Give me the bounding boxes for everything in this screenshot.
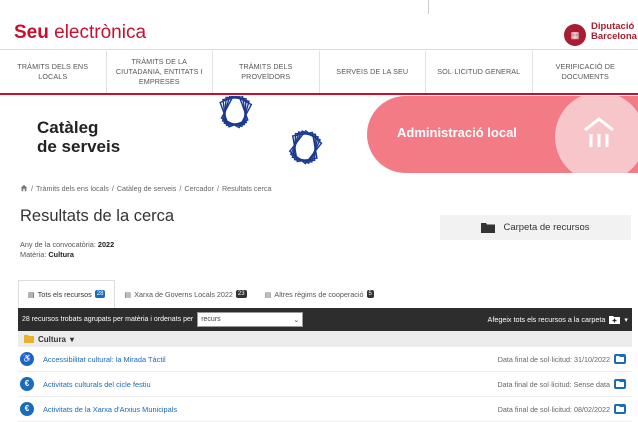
deadline-value: 31/10/2022 — [574, 354, 610, 364]
year-value: 2022 — [97, 240, 115, 249]
search-criteria: Any de la convocatòria: 2022 Matèria: Cu… — [20, 240, 114, 260]
tab-label: Altres règims de cooperació — [274, 289, 364, 299]
subject-label: Matèria: — [20, 250, 47, 259]
building-icon — [584, 117, 614, 147]
accessibility-icon: ♿ — [20, 352, 34, 366]
caret-down-icon: ▾ — [624, 315, 628, 324]
folder-plus-icon — [616, 381, 624, 387]
add-to-folder-button[interactable] — [614, 404, 626, 414]
breadcrumb-item-cataleg[interactable]: Catàleg de serveis — [117, 184, 177, 193]
breadcrumb-separator: / — [111, 184, 114, 193]
deadline-value: Sense data — [573, 379, 610, 389]
results-summary: 28 recursos trobats agrupats per matèria… — [22, 316, 194, 323]
tab-xarxa-governs[interactable]: ▤ Xarxa de Governs Locals 2022 23 — [115, 280, 255, 308]
resource-row: € Activitats culturals del cicle festiu … — [18, 372, 632, 397]
top-divider — [428, 0, 429, 14]
folder-icon — [481, 223, 496, 233]
nav-item-sollicitud-general[interactable]: SOL·LICITUD GENERAL — [426, 51, 533, 93]
sort-select[interactable]: recurs ⌄ — [197, 312, 304, 327]
breadcrumb: / Tràmits dels ens locals / Catàleg de s… — [20, 184, 271, 193]
main-nav: TRÀMITS DELS ENS LOCALS TRÀMITS DE LA CI… — [0, 51, 638, 95]
diputacio-logo-icon[interactable]: ▦ — [564, 24, 586, 46]
banner-title-line2: de serveis — [37, 137, 121, 156]
nav-item-ens-locals[interactable]: TRÀMITS DELS ENS LOCALS — [0, 51, 107, 93]
list-icon: ▤ — [28, 289, 35, 299]
org-line2: Barcelona — [591, 31, 637, 42]
breadcrumb-item-cercador[interactable]: Cercador — [184, 184, 214, 193]
add-to-folder-button[interactable] — [614, 379, 626, 389]
euro-icon: € — [20, 377, 34, 391]
breadcrumb-item-ens-locals[interactable]: Tràmits dels ens locals — [36, 184, 109, 193]
resource-row: ♿ Accessibilitat cultural: la Mirada Tàc… — [18, 347, 632, 372]
category-header-cultura[interactable]: Cultura ▾ — [18, 331, 632, 347]
catalog-banner: Catàleg de serveis Administració local — [0, 96, 638, 173]
folder-button-label: Carpeta de recursos — [503, 222, 590, 233]
nav-item-verificacio[interactable]: VERIFICACIÓ DE DOCUMENTS — [533, 51, 638, 93]
caret-down-icon: ▾ — [70, 334, 75, 344]
brand-bold: Seu — [14, 22, 49, 43]
deadline-label: Data final de sol·licitud: — [497, 404, 573, 414]
nav-item-proveidors[interactable]: TRÀMITS DELS PROVEÏDORS — [213, 51, 320, 93]
folder-plus-icon — [609, 315, 621, 324]
resource-link[interactable]: Accessibilitat cultural: la Mirada Tàcti… — [43, 355, 166, 364]
documents-fan-illustration — [219, 96, 323, 165]
banner-title: Catàleg de serveis — [37, 118, 120, 156]
deadline-label: Data final de sol·licitud: — [497, 379, 572, 389]
category-label: Cultura — [38, 334, 66, 344]
breadcrumb-item-current: Resultats cerca — [221, 184, 272, 193]
year-criterion: Any de la convocatòria: 2022 — [20, 240, 114, 250]
folder-plus-icon — [616, 356, 624, 362]
subject-value: Cultura — [48, 250, 74, 259]
resource-row: € Activitats de la Xarxa d'Arxius Munici… — [18, 397, 632, 422]
tab-label: Xarxa de Governs Locals 2022 — [134, 289, 233, 299]
breadcrumb-separator: / — [179, 184, 182, 193]
deadline-label: Data final de sol·licitud: — [497, 354, 573, 364]
result-tabs: ▤ Tots els recursos 28 ▤ Xarxa de Govern… — [18, 280, 383, 308]
resources-folder-button[interactable]: Carpeta de recursos — [440, 215, 631, 240]
tab-count-badge: 23 — [235, 290, 247, 298]
sort-select-value: recurs — [201, 316, 221, 323]
home-icon[interactable] — [20, 184, 28, 192]
add-all-label: Afegeix tots els recursos a la carpeta — [487, 315, 606, 324]
breadcrumb-separator: / — [216, 184, 219, 193]
subject-criterion: Matèria: Cultura — [20, 250, 114, 260]
resource-deadline: Data final de sol·licitud: 31/10/2022 — [498, 355, 610, 364]
chevron-down-icon: ⌄ — [293, 316, 300, 324]
banner-section-label: Administració local — [397, 125, 517, 140]
resource-link[interactable]: Activitats de la Xarxa d'Arxius Municipa… — [43, 405, 177, 414]
euro-icon: € — [20, 402, 34, 416]
add-to-folder-button[interactable] — [614, 354, 626, 364]
resource-link[interactable]: Activitats culturals del cicle festiu — [43, 380, 151, 389]
resource-deadline: Data final de sol·licitud: 08/02/2022 — [498, 405, 610, 414]
page-title: Resultats de la cerca — [20, 207, 175, 225]
tab-count-badge: 28 — [94, 290, 106, 298]
list-icon: ▤ — [264, 289, 272, 299]
list-icon: ▤ — [124, 289, 132, 299]
nav-item-serveis-seu[interactable]: SERVEIS DE LA SEU — [320, 51, 426, 93]
resource-deadline: Data final de sol·licitud: Sense data — [497, 380, 610, 389]
folder-open-icon — [24, 335, 34, 343]
year-label: Any de la convocatòria: — [20, 240, 96, 249]
brand-rest: electrònica — [48, 22, 147, 43]
deadline-value: 08/02/2022 — [574, 404, 610, 414]
banner-title-line1: Catàleg — [37, 118, 99, 137]
diputacio-name[interactable]: Diputació Barcelona — [591, 22, 637, 42]
tab-altres-regims[interactable]: ▤ Altres règims de cooperació 5 — [256, 280, 383, 308]
add-all-to-folder-button[interactable]: Afegeix tots els recursos a la carpeta ▾ — [488, 315, 628, 324]
results-filter-bar: 28 recursos trobats agrupats per matèria… — [18, 308, 632, 331]
banner-circle — [555, 96, 638, 173]
tab-count-badge: 5 — [366, 290, 374, 298]
folder-plus-icon — [616, 406, 624, 412]
nav-item-ciutadania[interactable]: TRÀMITS DE LA CIUTADANIA, ENTITATS I EMP… — [107, 51, 213, 93]
site-logo[interactable]: Seu electrònica — [14, 22, 146, 44]
breadcrumb-separator: / — [31, 184, 33, 193]
resource-list: ♿ Accessibilitat cultural: la Mirada Tàc… — [18, 347, 632, 422]
site-header: Seu electrònica ▦ Diputació Barcelona — [0, 0, 638, 50]
tab-label: Tots els recursos — [37, 289, 92, 299]
tab-all-resources[interactable]: ▤ Tots els recursos 28 — [18, 280, 116, 308]
